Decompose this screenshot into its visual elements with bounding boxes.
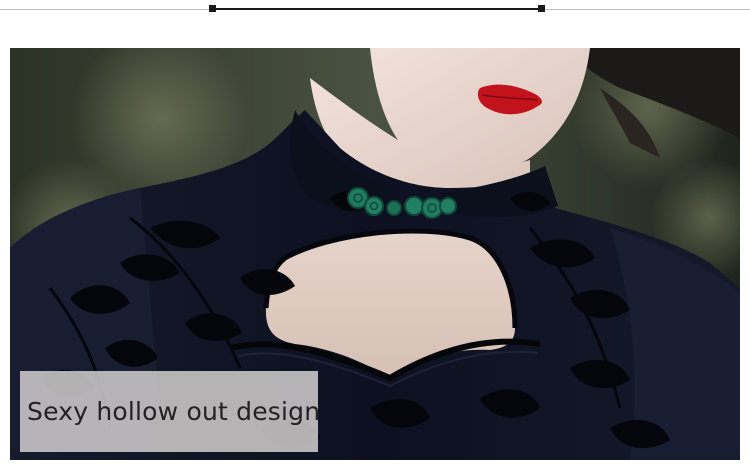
divider-accent-line: [212, 8, 542, 10]
top-divider: [0, 0, 750, 20]
divider-left-endpoint: [209, 5, 216, 12]
divider-right-endpoint: [538, 5, 545, 12]
caption-text: Sexy hollow out design: [27, 397, 321, 426]
caption-box: Sexy hollow out design: [20, 371, 321, 452]
